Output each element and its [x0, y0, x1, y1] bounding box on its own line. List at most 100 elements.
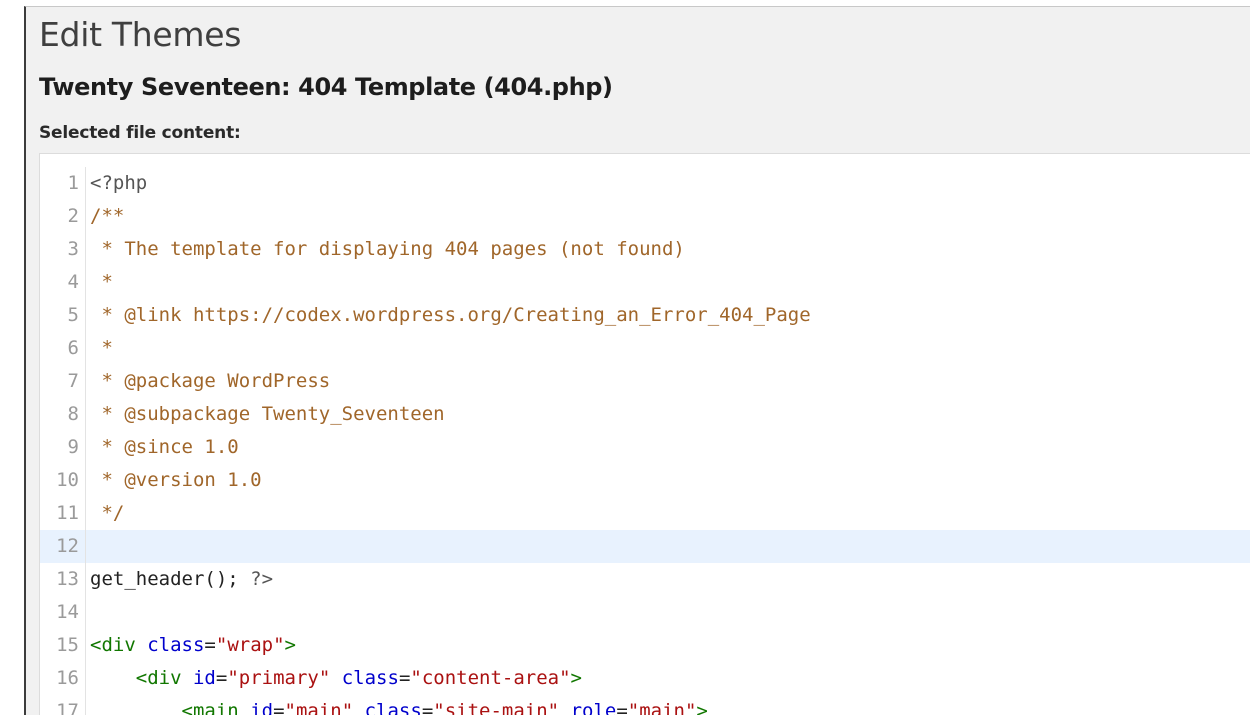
- line-number: 4: [40, 266, 86, 299]
- code-token: <main: [181, 700, 239, 715]
- code-line[interactable]: 10 * @version 1.0: [40, 464, 1250, 497]
- line-number: 9: [40, 431, 86, 464]
- code-token: * @package WordPress: [90, 370, 331, 392]
- code-line[interactable]: 15 <div class="wrap">: [40, 629, 1250, 662]
- code-line[interactable]: 13 get_header(); ?>: [40, 563, 1250, 596]
- code-token: =: [273, 700, 285, 715]
- code-line[interactable]: 1 <?php: [40, 167, 1250, 200]
- code-line[interactable]: 16 <div id="primary" class="content-area…: [40, 662, 1250, 695]
- code-token: <div: [90, 634, 136, 656]
- code-text[interactable]: */: [86, 497, 124, 530]
- code-token: */: [90, 502, 125, 524]
- code-line[interactable]: 12: [40, 530, 1250, 563]
- code-token: "main": [284, 700, 354, 715]
- code-token: * The template for displaying 404 pages …: [90, 238, 685, 260]
- code-line[interactable]: 17 <main id="main" class="site-main" rol…: [40, 695, 1250, 715]
- code-line[interactable]: 3 * The template for displaying 404 page…: [40, 233, 1250, 266]
- code-token: class: [364, 700, 422, 715]
- code-token: class: [147, 634, 205, 656]
- line-number: 13: [40, 563, 86, 596]
- code-line[interactable]: 14: [40, 596, 1250, 629]
- code-token: *: [90, 271, 113, 293]
- line-number: 7: [40, 365, 86, 398]
- code-line[interactable]: 2/**: [40, 200, 1250, 233]
- code-text[interactable]: *: [86, 266, 113, 299]
- code-text[interactable]: /**: [86, 200, 124, 233]
- code-token: id: [250, 700, 274, 715]
- code-token: * @since 1.0: [90, 436, 239, 458]
- code-token: * @version 1.0: [90, 469, 262, 491]
- code-token: =: [215, 667, 228, 689]
- code-text[interactable]: * @package WordPress: [86, 365, 330, 398]
- code-text[interactable]: * @link https://codex.wordpress.org/Crea…: [86, 299, 811, 332]
- code-text[interactable]: *: [86, 332, 113, 365]
- code-token: role: [570, 700, 617, 715]
- code-text[interactable]: * @subpackage Twenty_Seventeen: [86, 398, 445, 431]
- line-number: 5: [40, 299, 86, 332]
- code-token: "wrap": [215, 634, 285, 656]
- code-token: =: [616, 700, 628, 715]
- code-token: <?php: [90, 172, 148, 194]
- code-lines[interactable]: 1 <?php 2/** 3 * The template for displayin…: [40, 167, 1250, 715]
- line-number: 15: [40, 629, 86, 662]
- code-token: get_header();: [90, 568, 251, 590]
- code-token: "main": [627, 700, 697, 715]
- screen: Edit Themes Twenty Seventeen: 404 Templa…: [0, 0, 1250, 715]
- code-line[interactable]: 9 * @since 1.0: [40, 431, 1250, 464]
- code-text[interactable]: <main id="main" class="site-main" role="…: [86, 695, 708, 715]
- code-token: class: [341, 667, 399, 689]
- line-number: 6: [40, 332, 86, 365]
- code-text[interactable]: <div id="primary" class="content-area">: [86, 662, 582, 695]
- line-number: 3: [40, 233, 86, 266]
- code-editor[interactable]: 1 <?php 2/** 3 * The template for displayin…: [39, 153, 1250, 715]
- line-number: 16: [40, 662, 86, 695]
- code-token: =: [398, 667, 411, 689]
- code-token: *: [90, 337, 113, 359]
- code-line[interactable]: 7 * @package WordPress: [40, 365, 1250, 398]
- code-text[interactable]: get_header(); ?>: [86, 563, 273, 596]
- code-token: id: [192, 667, 216, 689]
- code-line[interactable]: 5 * @link https://codex.wordpress.org/Cr…: [40, 299, 1250, 332]
- code-token: * @subpackage Twenty_Seventeen: [90, 403, 445, 425]
- code-token: >: [570, 667, 582, 689]
- code-token: <div: [135, 667, 182, 689]
- code-token: "primary": [227, 667, 331, 689]
- code-line[interactable]: 4 *: [40, 266, 1250, 299]
- code-text[interactable]: <div class="wrap">: [86, 629, 296, 662]
- line-number: 17: [40, 695, 86, 715]
- content-label: Selected file content:: [39, 123, 241, 143]
- line-number: 11: [40, 497, 86, 530]
- code-token: =: [421, 700, 434, 715]
- code-token: ?>: [250, 568, 274, 590]
- code-line[interactable]: 11 */: [40, 497, 1250, 530]
- line-number: 14: [40, 596, 86, 629]
- line-number: 2: [40, 200, 86, 233]
- code-token: =: [204, 634, 216, 656]
- page-title: Edit Themes: [39, 15, 242, 54]
- code-token: >: [696, 700, 708, 715]
- line-number: 12: [40, 530, 86, 563]
- line-number: 10: [40, 464, 86, 497]
- code-text[interactable]: * The template for displaying 404 pages …: [86, 233, 685, 266]
- line-number: 8: [40, 398, 86, 431]
- code-line[interactable]: 8 * @subpackage Twenty_Seventeen: [40, 398, 1250, 431]
- line-number: 1: [40, 167, 86, 200]
- file-title: Twenty Seventeen: 404 Template (404.php): [39, 73, 613, 101]
- code-text[interactable]: * @since 1.0: [86, 431, 239, 464]
- code-text[interactable]: * @version 1.0: [86, 464, 262, 497]
- code-token: /**: [90, 205, 125, 227]
- code-line[interactable]: 6 *: [40, 332, 1250, 365]
- code-text[interactable]: <?php: [86, 167, 147, 200]
- code-token: "content-area": [410, 667, 571, 689]
- code-token: * @link https://codex.wordpress.org/Crea…: [90, 304, 811, 326]
- code-token: "site-main": [433, 700, 560, 715]
- code-token: >: [284, 634, 296, 656]
